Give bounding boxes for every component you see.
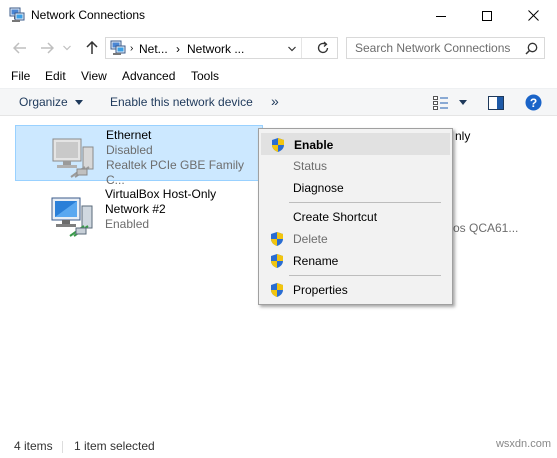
connection-device: Realtek PCIe GBE Family C...: [106, 158, 245, 187]
menu-item-label: Enable: [294, 138, 334, 152]
minimize-icon: [436, 15, 446, 17]
menu-item-enable[interactable]: Enable: [261, 133, 450, 155]
forward-button[interactable]: [37, 38, 57, 58]
enable-device-button[interactable]: Enable this network device: [110, 95, 253, 109]
connection-device-partial: os QCA61...: [453, 221, 519, 235]
search-box[interactable]: [346, 37, 545, 59]
menu-item-label: Diagnose: [293, 181, 344, 195]
network-adapter-disabled-icon: [52, 138, 94, 178]
network-connections-icon: [9, 7, 25, 22]
title-bar: Network Connections: [0, 0, 557, 31]
menu-item-label: Status: [293, 159, 328, 173]
close-icon: [527, 10, 539, 21]
change-view-icon[interactable]: [433, 96, 449, 110]
menu-item-label: Delete: [293, 232, 328, 246]
watermark: wsxdn.com: [495, 438, 551, 450]
menu-item-delete: Delete: [261, 228, 450, 250]
chevron-down-icon: [63, 45, 71, 51]
menu-item-rename[interactable]: Rename: [261, 250, 450, 272]
up-button[interactable]: [82, 38, 102, 58]
refresh-icon[interactable]: [316, 41, 330, 55]
svg-text:?: ?: [530, 96, 537, 110]
chevron-right-icon: ›: [130, 43, 134, 54]
divider: [301, 38, 302, 58]
caret-down-icon: [75, 100, 84, 106]
preview-pane-icon[interactable]: [488, 96, 504, 110]
menu-item-status: Status: [261, 155, 450, 177]
connection-item-ethernet[interactable]: Ethernet Disabled Realtek PCIe GBE Famil…: [15, 125, 263, 187]
connection-item-virtualbox[interactable]: VirtualBox Host-Only Network #2 Enabled: [15, 185, 263, 241]
maximize-button[interactable]: [464, 0, 510, 31]
uac-shield-icon: [271, 254, 283, 268]
menu-view[interactable]: View: [81, 69, 107, 83]
connection-status: Disabled: [106, 143, 153, 157]
uac-shield-icon: [272, 138, 284, 152]
selection-count: 1 item selected: [74, 439, 155, 453]
item-count: 4 items: [14, 439, 53, 453]
search-icon: [525, 42, 538, 55]
chevron-right-icon: ›: [176, 42, 180, 56]
menu-edit[interactable]: Edit: [45, 69, 66, 83]
window-title: Network Connections: [31, 8, 146, 22]
more-commands-button[interactable]: »: [271, 93, 279, 109]
network-connections-icon: [110, 40, 126, 55]
menu-item-label: Rename: [293, 254, 339, 268]
organize-button[interactable]: Organize: [19, 95, 84, 109]
menu-separator: [289, 275, 441, 276]
context-menu: Enable Status Diagnose Create Shortcut D…: [258, 128, 453, 305]
back-button[interactable]: [10, 38, 30, 58]
uac-shield-icon: [271, 232, 283, 246]
menu-item-label: Properties: [293, 283, 348, 297]
divider: [62, 441, 63, 453]
arrow-up-icon: [86, 41, 98, 54]
maximize-icon: [482, 10, 492, 21]
connection-name: VirtualBox Host-Only: [105, 187, 217, 201]
menu-item-properties[interactable]: Properties: [261, 279, 450, 301]
connection-status: Enabled: [105, 217, 150, 231]
search-input[interactable]: [355, 41, 523, 55]
recent-locations-button[interactable]: [60, 38, 74, 58]
uac-shield-icon: [271, 283, 283, 297]
network-adapter-icon: [51, 197, 93, 237]
view-options-dropdown-icon[interactable]: [459, 100, 467, 105]
close-button[interactable]: [510, 0, 556, 31]
breadcrumb-item[interactable]: Net...: [139, 42, 168, 56]
breadcrumb-item[interactable]: Network ...: [187, 42, 244, 56]
connection-name: Network #2: [105, 202, 166, 216]
menu-item-create-shortcut[interactable]: Create Shortcut: [261, 206, 450, 228]
address-bar[interactable]: › Net... › Network ...: [105, 37, 338, 59]
organize-label: Organize: [19, 95, 68, 109]
arrow-left-icon: [13, 42, 26, 54]
menu-tools[interactable]: Tools: [191, 69, 219, 83]
arrow-right-icon: [41, 42, 54, 54]
command-bar: Organize Enable this network device » ?: [0, 88, 557, 116]
connection-name: Ethernet: [106, 128, 152, 142]
menu-advanced[interactable]: Advanced: [122, 69, 175, 83]
menu-item-label: Create Shortcut: [293, 210, 378, 224]
status-bar: 4 items 1 item selected wsxdn.com: [0, 434, 557, 458]
chevron-down-icon[interactable]: [288, 46, 296, 52]
connection-name-partial: nly: [455, 129, 471, 143]
help-icon[interactable]: ?: [525, 94, 542, 111]
menu-file[interactable]: File: [11, 69, 30, 83]
minimize-button[interactable]: [418, 0, 464, 31]
menu-separator: [289, 202, 441, 203]
menu-item-diagnose[interactable]: Diagnose: [261, 177, 450, 199]
